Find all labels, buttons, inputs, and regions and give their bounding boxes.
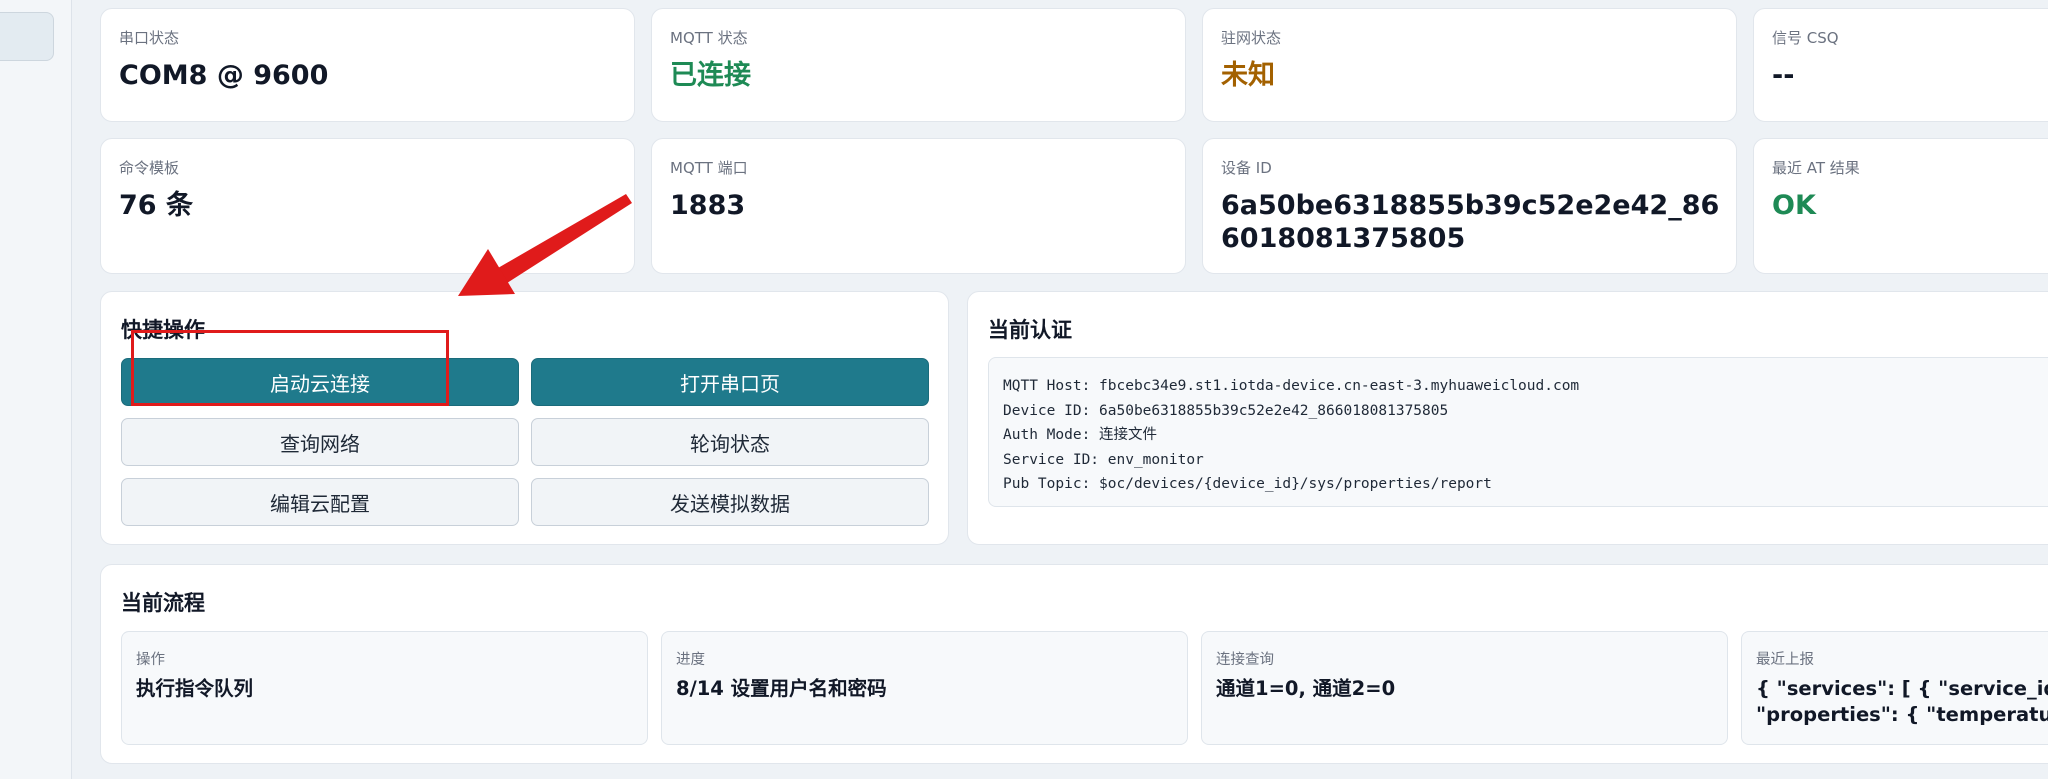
start-cloud-connection-button[interactable]: 启动云连接 xyxy=(121,358,519,406)
stat-value: 1883 xyxy=(670,190,746,221)
sidebar xyxy=(0,0,72,779)
flow-value: 通道1=0, 通道2=0 xyxy=(1216,677,1396,700)
sidebar-active-item[interactable] xyxy=(0,12,54,61)
poll-status-button[interactable]: 轮询状态 xyxy=(531,418,929,466)
current-auth-panel: 当前认证 MQTT Host: fbcebc34e9.st1.iotda-dev… xyxy=(967,291,2048,545)
flow-label: 最近上报 xyxy=(1756,652,1814,668)
stat-label: 设备 ID xyxy=(1221,159,1272,177)
stat-value: 未知 xyxy=(1221,60,1275,91)
flow-card-progress: 进度 8/14 设置用户名和密码 xyxy=(661,631,1188,745)
flow-label: 操作 xyxy=(136,652,165,668)
stat-card-templates: 命令模板 76 条 xyxy=(100,138,635,274)
auth-line-auth-mode: Auth Mode: 连接文件 xyxy=(1003,427,1158,443)
flow-card-operation: 操作 执行指令队列 xyxy=(121,631,648,745)
query-network-button[interactable]: 查询网络 xyxy=(121,418,519,466)
flow-label: 进度 xyxy=(676,652,705,668)
quick-actions-title: 快捷操作 xyxy=(121,318,205,342)
flow-value: 执行指令队列 xyxy=(136,677,254,700)
send-mock-data-button[interactable]: 发送模拟数据 xyxy=(531,478,929,526)
auth-line-device-id: Device ID: 6a50be6318855b39c52e2e42_8660… xyxy=(1003,402,1449,419)
stat-card-csq: 信号 CSQ -- xyxy=(1753,8,2048,122)
open-serial-page-button[interactable]: 打开串口页 xyxy=(531,358,929,406)
flow-label: 连接查询 xyxy=(1216,652,1274,668)
auth-line-mqtt-host: MQTT Host: fbcebc34e9.st1.iotda-device.c… xyxy=(1003,378,1580,394)
stat-label: 串口状态 xyxy=(119,29,180,47)
stat-label: 命令模板 xyxy=(119,159,180,177)
stat-value: 6a50be6318855b39c52e2e42_866018081375805 xyxy=(1221,190,1720,254)
flow-value: { "services": [ { "service_id": " "prope… xyxy=(1756,677,2048,726)
quick-actions-panel: 快捷操作 启动云连接 打开串口页 查询网络 轮询状态 编辑云配置 发送模拟数据 xyxy=(100,291,949,545)
stat-card-device-id: 设备 ID 6a50be6318855b39c52e2e42_866018081… xyxy=(1202,138,1737,274)
stat-value: 已连接 xyxy=(670,60,751,91)
auth-line-service-id: Service ID: env_monitor xyxy=(1003,451,1204,468)
flow-card-connection-query: 连接查询 通道1=0, 通道2=0 xyxy=(1201,631,1728,745)
stat-label: 驻网状态 xyxy=(1221,29,1282,47)
stat-value: -- xyxy=(1772,60,1795,91)
stat-value: 76 条 xyxy=(119,190,193,221)
auth-line-pub-topic: Pub Topic: $oc/devices/{device_id}/sys/p… xyxy=(1003,476,1492,492)
stat-card-mqtt-status: MQTT 状态 已连接 xyxy=(651,8,1186,122)
auth-details-box: MQTT Host: fbcebc34e9.st1.iotda-device.c… xyxy=(988,357,2048,507)
current-flow-panel: 当前流程 操作 执行指令队列 进度 8/14 设置用户名和密码 连接查询 通道1… xyxy=(100,564,2048,764)
current-flow-title: 当前流程 xyxy=(121,591,205,615)
stat-label: 信号 CSQ xyxy=(1772,29,1839,47)
stat-label: 最近 AT 结果 xyxy=(1772,159,1860,177)
stat-card-serial: 串口状态 COM8 @ 9600 xyxy=(100,8,635,122)
flow-value: 8/14 设置用户名和密码 xyxy=(676,677,887,700)
stat-label: MQTT 端口 xyxy=(670,159,748,177)
stat-value: COM8 @ 9600 xyxy=(119,60,329,91)
stat-value: OK xyxy=(1772,190,1816,221)
edit-cloud-config-button[interactable]: 编辑云配置 xyxy=(121,478,519,526)
current-auth-title: 当前认证 xyxy=(988,318,1072,342)
stat-card-network: 驻网状态 未知 xyxy=(1202,8,1737,122)
stat-card-at-result: 最近 AT 结果 OK xyxy=(1753,138,2048,274)
stat-label: MQTT 状态 xyxy=(670,29,748,47)
stat-card-mqtt-port: MQTT 端口 1883 xyxy=(651,138,1186,274)
flow-card-last-report: 最近上报 { "services": [ { "service_id": " "… xyxy=(1741,631,2048,745)
